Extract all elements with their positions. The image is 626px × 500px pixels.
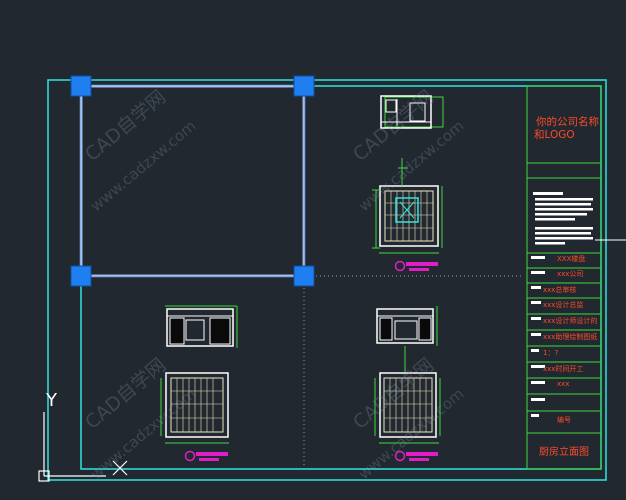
notes-block xyxy=(533,192,626,245)
drawing-title: 厨房立面图 xyxy=(539,447,589,458)
elevation-bottom-left[interactable] xyxy=(160,305,238,462)
title-row-date: xxx时间开工 xyxy=(543,365,584,373)
grip-top-left[interactable] xyxy=(70,75,92,97)
drawing-canvas[interactable]: CAD自学网 www.cadzxw.com CAD自学网 www.cadzxw.… xyxy=(0,0,626,500)
title-row-director: xxx设计总监 xyxy=(543,301,584,309)
title-row-scale: 1：? xyxy=(543,349,559,357)
ucs-y-label: Y xyxy=(46,390,57,411)
title-row-designer: xxx设计师设计的 xyxy=(543,317,598,325)
grip-bottom-right[interactable] xyxy=(293,265,315,287)
cad-model-space[interactable]: CAD自学网 www.cadzxw.com CAD自学网 www.cadzxw.… xyxy=(0,0,626,500)
company-logo-label: 和LOGO xyxy=(534,129,575,141)
title-row-reviewer: xxx总审核 xyxy=(543,286,577,294)
title-row-company: xxx公司 xyxy=(557,270,584,278)
grip-bottom-left[interactable] xyxy=(70,265,92,287)
title-row-number: 编号 xyxy=(557,416,571,424)
sheet-outer-border xyxy=(47,79,607,481)
watermark: CAD自学网 www.cadzxw.com CAD自学网 www.cadzxw.… xyxy=(81,86,467,483)
grip-top-right[interactable] xyxy=(293,75,315,97)
title-row-project: XXX楼盘 xyxy=(557,255,586,263)
title-row-drafter: xxx助理绘制图纸 xyxy=(543,333,598,341)
title-row-extra: xxx xyxy=(557,380,570,388)
